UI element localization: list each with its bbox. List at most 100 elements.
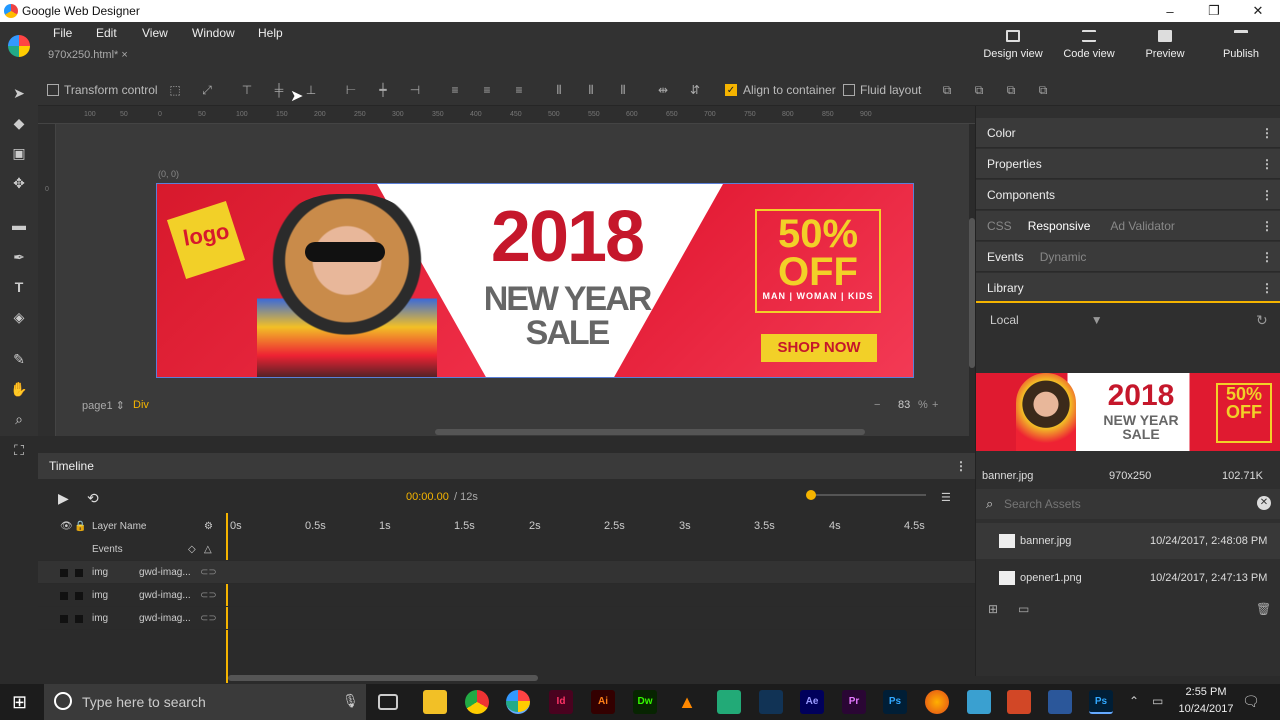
banner-ad[interactable]: logo 2018 NEW YEAR SALE 50% OFF MAN | WOM… bbox=[156, 183, 914, 378]
library-scope-select[interactable]: Local ▼ bbox=[990, 313, 1103, 327]
gear-icon[interactable]: ⚙ bbox=[204, 515, 213, 539]
vlc-icon[interactable]: ▲ bbox=[675, 690, 699, 714]
fluid-layout-checkbox[interactable] bbox=[843, 84, 855, 96]
chrome-icon[interactable] bbox=[465, 690, 489, 714]
design-view-button[interactable]: Design view bbox=[978, 30, 1048, 60]
stage-horizontal-scrollbar[interactable] bbox=[435, 429, 865, 435]
app-icon[interactable] bbox=[717, 690, 741, 714]
play-icon[interactable]: ▶ bbox=[58, 490, 69, 507]
visibility-icon[interactable]: 👁 bbox=[60, 515, 73, 539]
color-panel-header[interactable]: Color ⋮ bbox=[976, 118, 1280, 148]
zoom-out-button[interactable]: − bbox=[874, 399, 880, 411]
windows-start-icon[interactable]: ⊞ bbox=[12, 692, 27, 713]
microphone-icon[interactable]: 🎙 bbox=[342, 693, 359, 709]
illustrator-icon[interactable]: Ai bbox=[591, 690, 615, 714]
distribute-right-icon[interactable]: ⫴ bbox=[615, 83, 631, 97]
visibility-toggle[interactable] bbox=[60, 569, 68, 577]
timeline-scrollbar[interactable] bbox=[228, 675, 538, 681]
link-icon[interactable]: ⊂⊃ bbox=[200, 561, 217, 584]
delete-icon[interactable]: 🗑 bbox=[1256, 602, 1271, 616]
align-left-icon[interactable]: ⊢ bbox=[343, 83, 359, 97]
align-top-icon[interactable]: ⊤ bbox=[239, 83, 255, 97]
more-menu-icon[interactable]: ⋮ bbox=[1261, 242, 1273, 272]
timeline-zoom-handle[interactable] bbox=[806, 490, 816, 500]
notifications-icon[interactable]: 🗨 bbox=[1242, 693, 1260, 710]
visibility-toggle[interactable] bbox=[60, 592, 68, 600]
text-tool-icon[interactable]: T bbox=[10, 278, 28, 296]
menu-file[interactable]: File bbox=[53, 26, 72, 40]
taskbar-time[interactable]: 2:55 PM bbox=[1176, 686, 1236, 698]
asset-row[interactable]: opener1.png 10/24/2017, 2:47:13 PM bbox=[976, 560, 1280, 596]
fill-tool-icon[interactable]: ◈ bbox=[10, 308, 28, 326]
arrange-back-icon[interactable]: ⧉ bbox=[1035, 83, 1051, 97]
arrange-backward-icon[interactable]: ⧉ bbox=[1003, 83, 1019, 97]
tab-ad-validator[interactable]: Ad Validator bbox=[1110, 219, 1174, 233]
properties-panel-header[interactable]: Properties ⋮ bbox=[976, 149, 1280, 179]
library-panel-header[interactable]: Library ⋮ bbox=[976, 273, 1280, 303]
menu-view[interactable]: View bbox=[142, 26, 168, 40]
more-menu-icon[interactable]: ⋮ bbox=[1261, 180, 1273, 210]
app-icon[interactable] bbox=[967, 690, 991, 714]
indesign-icon[interactable]: Id bbox=[549, 690, 573, 714]
layer-row[interactable]: img gwd-imag... ⊂⊃ bbox=[38, 561, 975, 584]
tab-css[interactable]: CSS bbox=[987, 219, 1012, 233]
lock-icon[interactable]: 🔒 bbox=[74, 515, 86, 539]
hand-tool-icon[interactable]: ✋ bbox=[10, 380, 28, 398]
more-menu-icon[interactable]: ⋮ bbox=[1261, 118, 1273, 148]
zoom-tool-icon[interactable]: ⌕ bbox=[10, 410, 28, 428]
after-effects-icon[interactable]: Ae bbox=[800, 690, 824, 714]
lock-toggle[interactable] bbox=[75, 569, 83, 577]
brush-tool-icon[interactable]: ◆ bbox=[10, 114, 28, 132]
taskbar-date[interactable]: 10/24/2017 bbox=[1170, 703, 1242, 715]
3d-translate-tool-icon[interactable]: ✥ bbox=[10, 174, 28, 192]
selection-tool-icon[interactable]: ➤ bbox=[10, 84, 28, 102]
maximize-button[interactable]: ❐ bbox=[1192, 0, 1236, 22]
file-tab[interactable]: 970x250.html* × bbox=[48, 49, 128, 61]
distribute-middle-icon[interactable]: ≡ bbox=[479, 83, 495, 97]
pen-tool-icon[interactable]: ✒ bbox=[10, 248, 28, 266]
taskbar-search[interactable]: Type here to search 🎙 bbox=[44, 684, 366, 720]
file-explorer-icon[interactable] bbox=[423, 690, 447, 714]
distribute-top-icon[interactable]: ≡ bbox=[447, 83, 463, 97]
align-to-container-checkbox[interactable]: ✓ bbox=[725, 84, 737, 96]
transform-control-checkbox[interactable] bbox=[47, 84, 59, 96]
link-icon[interactable]: ⊂⊃ bbox=[200, 584, 217, 607]
color-picker-icon[interactable]: ✎ bbox=[10, 350, 28, 368]
more-menu-icon[interactable]: ⋮ bbox=[1261, 273, 1273, 303]
close-window-button[interactable]: ✕ bbox=[1236, 0, 1280, 22]
layer-row[interactable]: img gwd-imag... ⊂⊃ bbox=[38, 584, 975, 607]
scale-icon[interactable]: ⤢ bbox=[199, 83, 215, 97]
event-marker-icon[interactable]: △ bbox=[204, 538, 212, 561]
app-icon[interactable] bbox=[1007, 690, 1031, 714]
tab-responsive[interactable]: Responsive bbox=[1028, 219, 1091, 233]
chevron-up-icon[interactable]: ⌃ bbox=[1129, 694, 1139, 708]
task-view-icon[interactable] bbox=[378, 694, 398, 710]
tab-close-icon[interactable]: × bbox=[121, 49, 127, 61]
search-input[interactable] bbox=[1004, 494, 1244, 514]
premiere-icon[interactable]: Pr bbox=[842, 690, 866, 714]
tab-dynamic[interactable]: Dynamic bbox=[1040, 250, 1087, 264]
page-selector[interactable]: page1 ⇕ bbox=[82, 399, 125, 412]
new-folder-icon[interactable]: ▭ bbox=[1018, 602, 1029, 616]
firefox-icon[interactable] bbox=[925, 690, 949, 714]
model-image[interactable] bbox=[257, 194, 437, 377]
align-center-icon[interactable]: ┿ bbox=[375, 83, 391, 97]
app-icon[interactable] bbox=[759, 690, 783, 714]
element-breadcrumb[interactable]: Div bbox=[133, 399, 149, 411]
current-time[interactable]: 00:00.00 bbox=[406, 491, 449, 503]
link-icon[interactable]: ⊂⊃ bbox=[200, 607, 217, 630]
tag-tool-icon[interactable]: ▬ bbox=[10, 216, 28, 234]
align-bottom-icon[interactable]: ⊥ bbox=[303, 83, 319, 97]
more-menu-icon[interactable]: ⋮ bbox=[955, 453, 967, 479]
code-view-button[interactable]: Code view bbox=[1054, 30, 1124, 60]
shop-now-button[interactable]: SHOP NOW bbox=[761, 334, 877, 362]
distribute-bottom-icon[interactable]: ≡ bbox=[511, 83, 527, 97]
distribute-left-icon[interactable]: ⫴ bbox=[551, 83, 567, 97]
layer-row[interactable]: img gwd-imag... ⊂⊃ bbox=[38, 607, 975, 630]
dreamweaver-icon[interactable]: Dw bbox=[633, 690, 657, 714]
fullscreen-icon[interactable]: ⛶ bbox=[10, 441, 28, 459]
asset-row[interactable]: banner.jpg 10/24/2017, 2:48:08 PM bbox=[976, 523, 1280, 559]
align-right-icon[interactable]: ⊣ bbox=[407, 83, 423, 97]
zoom-in-button[interactable]: + bbox=[932, 399, 938, 411]
menu-window[interactable]: Window bbox=[192, 26, 235, 40]
